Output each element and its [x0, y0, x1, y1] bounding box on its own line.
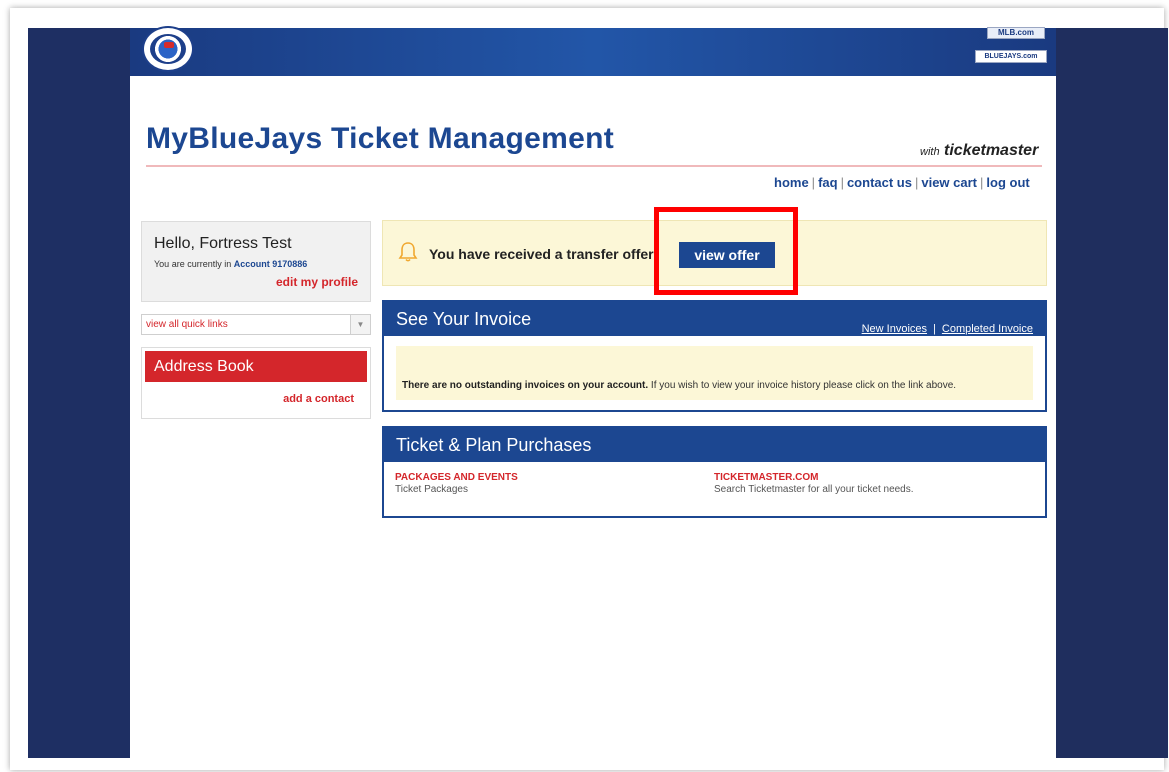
address-book-box: Address Book add a contact [141, 347, 371, 419]
bell-icon [398, 242, 418, 262]
edit-profile-link[interactable]: edit my profile [276, 275, 358, 289]
quick-links-label: view all quick links [146, 319, 228, 330]
ticketmaster-desc: Search Ticketmaster for all your ticket … [714, 484, 914, 495]
invoice-panel-header: See Your Invoice New Invoices | Completed … [384, 302, 1045, 336]
ticketmaster-brand: with ticketmaster [920, 142, 1038, 160]
account-line: You are currently in Account 9170886 [154, 259, 307, 269]
invoice-link-separator: | [933, 323, 936, 335]
nav-separator: | [914, 175, 919, 190]
invoice-links: New Invoices | Completed Invoice [862, 312, 1033, 346]
page-title: MyBlueJays Ticket Management [146, 122, 615, 155]
mlb-link[interactable]: MLB.com [987, 27, 1045, 39]
highlight-box [654, 207, 798, 295]
nav-log-out[interactable]: log out [986, 175, 1029, 190]
transfer-notice-text: You have received a transfer offer! [429, 246, 659, 262]
greeting-box: Hello, Fortress Test You are currently i… [141, 221, 371, 302]
packages-events-link[interactable]: PACKAGES AND EVENTS [395, 472, 518, 483]
account-number: Account 9170886 [233, 259, 308, 269]
packages-column: PACKAGES AND EVENTS Ticket Packages [395, 472, 518, 495]
greeting-text: Hello, Fortress Test [154, 235, 292, 252]
invoice-message-rest: If you wish to view your invoice history… [648, 380, 957, 391]
completed-invoice-link[interactable]: Completed Invoice [942, 323, 1033, 335]
ticketmaster-logo: ticketmaster [944, 142, 1039, 159]
top-nav: home | faq | contact us | view cart | log out [774, 175, 1030, 190]
purchases-panel-header: Ticket & Plan Purchases [384, 428, 1045, 462]
nav-faq[interactable]: faq [818, 175, 838, 190]
invoice-title: See Your Invoice [396, 309, 532, 329]
nav-contact-us[interactable]: contact us [847, 175, 912, 190]
bluejays-logo-icon[interactable] [142, 26, 194, 72]
invoice-message-box: There are no outstanding invoices on you… [396, 346, 1033, 400]
title-divider [146, 165, 1042, 167]
page-background-right [1056, 28, 1168, 758]
chevron-down-icon[interactable]: ▼ [350, 315, 370, 334]
invoice-panel: See Your Invoice New Invoices | Completed … [382, 300, 1047, 412]
nav-separator: | [840, 175, 844, 190]
logo-bird-icon [150, 34, 186, 64]
invoice-message-bold: There are no outstanding invoices on you… [402, 380, 649, 391]
new-invoices-link[interactable]: New Invoices [862, 323, 927, 335]
packages-events-desc: Ticket Packages [395, 484, 468, 495]
add-contact-link[interactable]: add a contact [283, 393, 354, 405]
nav-separator: | [980, 175, 984, 190]
logo-leaf-icon [164, 42, 174, 48]
nav-separator: | [811, 175, 816, 190]
purchases-panel: Ticket & Plan Purchases PACKAGES AND EVE… [382, 426, 1047, 518]
top-banner [130, 28, 1056, 76]
address-book-header[interactable]: Address Book [145, 351, 367, 382]
with-label: with [920, 146, 940, 158]
ticketmaster-column: TICKETMASTER.COM Search Ticketmaster for… [714, 472, 914, 495]
ticketmaster-link[interactable]: TICKETMASTER.COM [714, 472, 914, 483]
bluejays-link[interactable]: BLUEJAYS.com [975, 50, 1047, 63]
invoice-message: There are no outstanding invoices on you… [402, 380, 956, 391]
account-prefix: You are currently in [154, 259, 232, 269]
quick-links-select[interactable]: view all quick links ▼ [141, 314, 371, 335]
nav-view-cart[interactable]: view cart [921, 175, 977, 190]
nav-home[interactable]: home [774, 175, 809, 190]
